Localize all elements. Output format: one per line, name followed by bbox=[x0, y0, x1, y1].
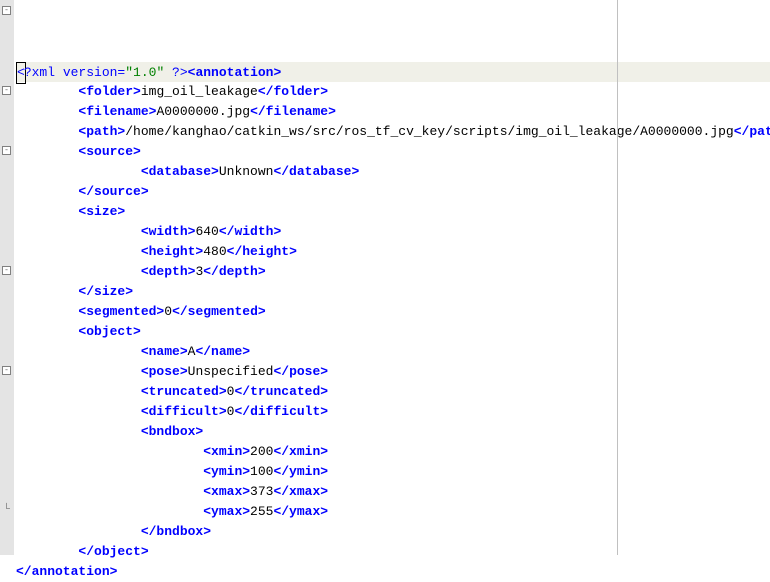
fold-toggle-icon[interactable]: - bbox=[2, 266, 11, 275]
fold-end-icon: └ bbox=[2, 506, 11, 515]
code-line[interactable]: <?xml version="1.0" ?><annotation> bbox=[16, 62, 770, 82]
code-line[interactable]: </source> bbox=[16, 182, 770, 202]
code-line[interactable]: </size> bbox=[16, 282, 770, 302]
fold-toggle-icon[interactable]: - bbox=[2, 86, 11, 95]
code-line[interactable]: </bndbox> bbox=[16, 522, 770, 542]
fold-toggle-icon[interactable]: - bbox=[2, 366, 11, 375]
code-line[interactable]: <ymax>255</ymax> bbox=[16, 502, 770, 522]
code-line[interactable]: <filename>A0000000.jpg</filename> bbox=[16, 102, 770, 122]
code-line[interactable]: <difficult>0</difficult> bbox=[16, 402, 770, 422]
editor: - - - - - └ <?xml version="1.0" ?><annotation… bbox=[0, 0, 770, 555]
code-line[interactable]: <database>Unknown</database> bbox=[16, 162, 770, 182]
code-line[interactable]: <object> bbox=[16, 322, 770, 342]
code-line[interactable]: </object> bbox=[16, 542, 770, 562]
code-line[interactable]: <truncated>0</truncated> bbox=[16, 382, 770, 402]
code-line[interactable]: <width>640</width> bbox=[16, 222, 770, 242]
code-line[interactable]: <depth>3</depth> bbox=[16, 262, 770, 282]
code-area[interactable]: <?xml version="1.0" ?><annotation> <fold… bbox=[14, 0, 770, 555]
code-line[interactable]: <bndbox> bbox=[16, 422, 770, 442]
code-line[interactable]: <source> bbox=[16, 142, 770, 162]
code-line[interactable]: <ymin>100</ymin> bbox=[16, 462, 770, 482]
code-line[interactable]: <folder>img_oil_leakage</folder> bbox=[16, 82, 770, 102]
code-line[interactable]: <xmax>373</xmax> bbox=[16, 482, 770, 502]
ruler bbox=[617, 0, 618, 555]
code-line[interactable]: <name>A</name> bbox=[16, 342, 770, 362]
fold-gutter: - - - - - └ bbox=[0, 0, 14, 555]
code-line[interactable]: <path>/home/kanghao/catkin_ws/src/ros_tf… bbox=[16, 122, 770, 142]
code-line[interactable]: <height>480</height> bbox=[16, 242, 770, 262]
fold-toggle-icon[interactable]: - bbox=[2, 146, 11, 155]
code-line[interactable]: <xmin>200</xmin> bbox=[16, 442, 770, 462]
code-line[interactable]: <pose>Unspecified</pose> bbox=[16, 362, 770, 382]
code-line[interactable]: <size> bbox=[16, 202, 770, 222]
fold-toggle-icon[interactable]: - bbox=[2, 6, 11, 15]
code-line[interactable]: <segmented>0</segmented> bbox=[16, 302, 770, 322]
code-line[interactable]: </annotation> bbox=[16, 562, 770, 582]
